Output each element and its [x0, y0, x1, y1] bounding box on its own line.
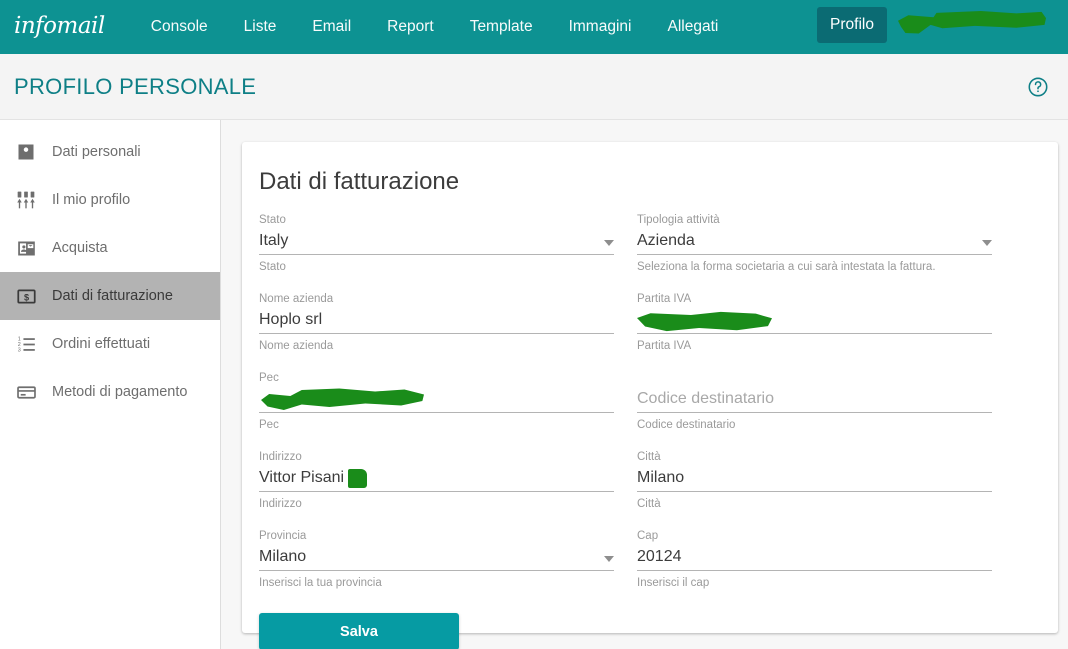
- nav-link-template[interactable]: Template: [452, 12, 551, 42]
- sidebar-navigation: Dati personali Il mio profilo Acquista $…: [0, 120, 221, 649]
- field-indirizzo: Indirizzo Vittor Pisani Indirizzo: [259, 449, 614, 512]
- billing-data-card: Dati di fatturazione Stato Italy Stato T…: [242, 142, 1058, 649]
- partita-iva-input[interactable]: [637, 331, 992, 333]
- account-box-icon: [8, 142, 44, 162]
- field-stato: Stato Italy Stato: [259, 212, 614, 275]
- nav-link-liste[interactable]: Liste: [226, 12, 295, 42]
- field-cap: Cap 20124 Inserisci il cap: [637, 528, 992, 591]
- main-content: Dati di fatturazione Stato Italy Stato T…: [221, 120, 1068, 649]
- field-hint: Indirizzo: [259, 498, 302, 510]
- billing-form-grid: Stato Italy Stato Tipologia attività Azi…: [259, 212, 1036, 607]
- citta-input[interactable]: Milano: [637, 467, 992, 491]
- field-control[interactable]: Hoplo srl: [259, 307, 614, 334]
- indirizzo-number-redaction: [348, 469, 367, 488]
- field-hint: Partita IVA: [637, 340, 692, 352]
- account-name-redaction: [898, 10, 1046, 34]
- nav-link-report[interactable]: Report: [369, 12, 452, 42]
- sidebar-item-label: Ordini effettuati: [52, 336, 151, 352]
- svg-text:$: $: [23, 292, 28, 302]
- field-label: Città: [637, 451, 661, 463]
- sidebar-item-label: Il mio profilo: [52, 192, 131, 208]
- sidebar-item-label: Acquista: [52, 240, 108, 256]
- field-control[interactable]: Italy: [259, 228, 614, 255]
- field-control[interactable]: [637, 307, 992, 334]
- indirizzo-input[interactable]: Vittor Pisani: [259, 467, 614, 491]
- dollar-box-icon: $: [8, 286, 44, 307]
- chevron-down-icon[interactable]: [604, 556, 614, 562]
- chevron-down-icon[interactable]: [982, 240, 992, 246]
- field-hint: Codice destinatario: [637, 419, 736, 431]
- nome-azienda-input[interactable]: Hoplo srl: [259, 309, 614, 333]
- page-header: PROFILO PERSONALE: [0, 54, 1068, 120]
- field-hint: Inserisci il cap: [637, 577, 710, 589]
- contact-mail-icon: [8, 238, 44, 259]
- field-label: Tipologia attività: [637, 214, 720, 226]
- tune-sliders-icon: [8, 190, 44, 210]
- partita-iva-redaction: [637, 311, 772, 332]
- field-hint: Pec: [259, 419, 279, 431]
- sidebar-item-label: Dati di fatturazione: [52, 288, 173, 304]
- provincia-select-value[interactable]: Milano: [259, 546, 598, 570]
- field-codice-destinatario: Codice destinatario Codice destinatario: [637, 370, 992, 433]
- top-navigation-bar: infomail Console Liste Email Report Temp…: [0, 0, 1068, 54]
- field-control[interactable]: 20124: [637, 544, 992, 571]
- field-hint: Stato: [259, 261, 286, 273]
- field-hint: Inserisci la tua provincia: [259, 577, 382, 589]
- field-label: Nome azienda: [259, 293, 334, 305]
- field-nome-azienda: Nome azienda Hoplo srl Nome azienda: [259, 291, 614, 354]
- sidebar-item-metodi-di-pagamento[interactable]: Metodi di pagamento: [0, 368, 220, 416]
- sidebar-item-ordini-effettuati[interactable]: 1 2 3 Ordini effettuati: [0, 320, 220, 368]
- svg-text:3: 3: [17, 347, 20, 353]
- field-control[interactable]: Azienda: [637, 228, 992, 255]
- field-tipologia-attivita: Tipologia attività Azienda Seleziona la …: [637, 212, 992, 275]
- field-label: Partita IVA: [637, 293, 692, 305]
- field-label: Cap: [637, 530, 659, 542]
- field-hint: Città: [637, 498, 661, 510]
- nav-link-allegati[interactable]: Allegati: [649, 12, 736, 42]
- cap-input[interactable]: 20124: [637, 546, 992, 570]
- format-list-numbered-icon: 1 2 3: [8, 334, 44, 355]
- card-title: Dati di fatturazione: [259, 168, 460, 195]
- pec-redaction: [261, 388, 424, 410]
- page-title: PROFILO PERSONALE: [14, 73, 257, 99]
- credit-card-icon: [8, 382, 44, 403]
- sidebar-item-label: Metodi di pagamento: [52, 384, 188, 400]
- field-hint: Seleziona la forma societaria a cui sarà…: [637, 261, 936, 273]
- sidebar-item-label: Dati personali: [52, 144, 141, 160]
- field-citta: Città Milano Città: [637, 449, 992, 512]
- field-partita-iva: Partita IVA Partita IVA: [637, 291, 992, 354]
- pec-input[interactable]: [259, 410, 614, 412]
- sidebar-item-il-mio-profilo[interactable]: Il mio profilo: [0, 176, 220, 224]
- nav-link-immagini[interactable]: Immagini: [551, 12, 650, 42]
- field-label: Indirizzo: [259, 451, 302, 463]
- help-circle-icon[interactable]: [1027, 76, 1049, 98]
- sidebar-item-acquista[interactable]: Acquista: [0, 224, 220, 272]
- field-label: Pec: [259, 372, 279, 384]
- sidebar-item-dati-di-fatturazione[interactable]: $ Dati di fatturazione: [0, 272, 220, 320]
- field-hint: Nome azienda: [259, 340, 334, 352]
- field-control[interactable]: Vittor Pisani: [259, 465, 614, 492]
- nav-link-email[interactable]: Email: [294, 12, 369, 42]
- salva-button[interactable]: Salva: [259, 613, 459, 649]
- chevron-down-icon[interactable]: [604, 240, 614, 246]
- codice-destinatario-input[interactable]: Codice destinatario: [637, 388, 992, 412]
- nav-link-console[interactable]: Console: [133, 12, 226, 42]
- field-control[interactable]: Codice destinatario: [637, 386, 992, 413]
- field-control[interactable]: Milano: [637, 465, 992, 492]
- stato-select-value[interactable]: Italy: [259, 230, 598, 254]
- page-body: Dati personali Il mio profilo Acquista $…: [0, 120, 1068, 649]
- field-label: Stato: [259, 214, 286, 226]
- tipologia-select-value[interactable]: Azienda: [637, 230, 976, 254]
- profilo-button[interactable]: Profilo: [817, 7, 887, 43]
- sidebar-item-dati-personali[interactable]: Dati personali: [0, 128, 220, 176]
- field-control[interactable]: Milano: [259, 544, 614, 571]
- infomail-logo[interactable]: infomail: [14, 13, 105, 42]
- field-control[interactable]: [259, 386, 614, 413]
- field-label: Provincia: [259, 530, 307, 542]
- field-provincia: Provincia Milano Inserisci la tua provin…: [259, 528, 614, 591]
- field-pec: Pec Pec: [259, 370, 614, 433]
